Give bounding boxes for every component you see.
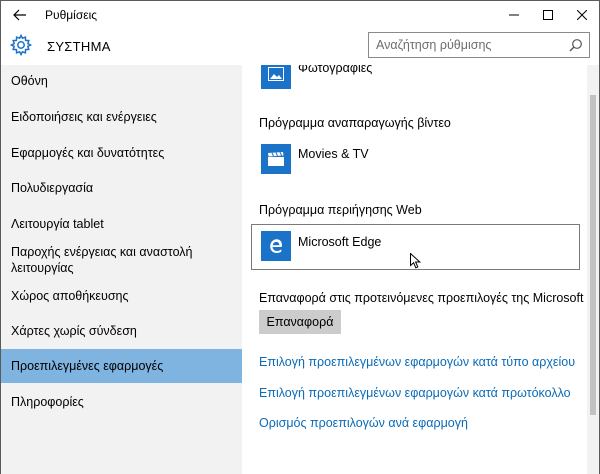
close-icon [577,10,587,20]
sidebar-item-label: Οθόνη [11,74,48,88]
search-input[interactable]: Αναζήτηση ρύθμισης [368,32,590,58]
maximize-button[interactable] [531,1,565,29]
link-set-defaults-by-app[interactable]: Ορισμός προεπιλογών ανά εφαρμογή [259,416,468,430]
sidebar-item-label: Εφαρμογές και δυνατότητες [11,146,165,160]
settings-window: Ρυθμίσεις ΣΥΣΤΗΜΑ Αναζήτηση ρύθμισης Οθό… [0,0,600,474]
movies-tv-app-name[interactable]: Movies & TV [298,147,369,161]
sidebar-item-notifications[interactable]: Ειδοποιήσεις και ενέργειες [1,109,242,125]
sidebar-item-apps-features[interactable]: Εφαρμογές και δυνατότητες [1,145,242,161]
back-arrow-icon [13,9,26,21]
section-title: ΣΥΣΤΗΜΑ [47,39,111,54]
sidebar-item-label: Λειτουργία tablet [11,217,104,231]
maximize-icon [543,10,553,20]
edge-app-name[interactable]: Microsoft Edge [298,235,381,249]
title-bar: Ρυθμίσεις [1,1,599,29]
sidebar-item-storage[interactable]: Χώρος αποθήκευσης [1,288,242,304]
sidebar-item-label: Προεπιλεγμένες εφαρμογές [11,359,164,373]
search-icon[interactable] [569,38,583,52]
sidebar-item-tablet-mode[interactable]: Λειτουργία tablet [1,216,242,232]
film-clapper-icon [268,152,284,166]
mouse-cursor-icon [410,253,422,269]
link-choose-by-file-type[interactable]: Επιλογή προεπιλεγμένων εφαρμογών κατά τύ… [259,355,575,369]
sidebar-item-label: Πληροφορίες [11,395,84,409]
link-choose-by-protocol[interactable]: Επιλογή προεπιλεγμένων εφαρμογών κατά πρ… [259,386,571,400]
window-title: Ρυθμίσεις [45,8,98,22]
sidebar-item-about[interactable]: Πληροφορίες [1,394,242,410]
scrollbar-thumb[interactable] [590,95,596,415]
web-browser-heading: Πρόγραμμα περιήγησης Web [259,203,422,217]
sidebar-item-offline-maps[interactable]: Χάρτες χωρίς σύνδεση [1,323,242,339]
back-button[interactable] [5,3,35,27]
sidebar-item-label: Πολυδιεργασία [11,181,94,195]
edge-icon [270,239,282,253]
reset-label: Επαναφορά στις προτεινόμενες προεπιλογές… [259,291,584,305]
sidebar: Οθόνη Ειδοποιήσεις και ενέργειες Εφαρμογ… [1,65,242,474]
sidebar-item-label: Ειδοποιήσεις και ενέργειες [11,110,157,124]
minimize-button[interactable] [497,1,531,29]
sidebar-item-default-apps[interactable]: Προεπιλεγμένες εφαρμογές [1,349,242,383]
sidebar-item-label: Παροχής ενέργειας και αναστολή λειτουργί… [11,245,193,275]
sidebar-item-label: Χώρος αποθήκευσης [11,289,129,303]
video-player-heading: Πρόγραμμα αναπαραγωγής βίντεο [259,116,451,130]
content-scrollbar[interactable] [587,65,599,474]
sidebar-item-power-sleep[interactable]: Παροχής ενέργειας και αναστολή λειτουργί… [1,244,201,276]
sidebar-item-display[interactable]: Οθόνη [1,73,242,89]
movies-tv-app-tile[interactable] [261,144,291,174]
photos-app-name[interactable]: Φωτογραφίες [298,65,372,75]
sidebar-item-multitasking[interactable]: Πολυδιεργασία [1,180,242,196]
page-header: ΣΥΣΤΗΜΑ Αναζήτηση ρύθμισης [1,29,599,65]
main-content: Φωτογραφίες Πρόγραμμα αναπαραγωγής βίντε… [242,65,587,474]
reset-button[interactable]: Επαναφορά [259,310,341,334]
sidebar-item-label: Χάρτες χωρίς σύνδεση [11,324,137,338]
edge-app-tile[interactable] [261,231,291,261]
gear-icon [9,33,33,57]
search-placeholder: Αναζήτηση ρύθμισης [376,38,492,52]
minimize-icon [509,14,519,16]
close-button[interactable] [565,1,599,29]
photos-app-tile[interactable] [261,65,291,89]
photos-icon [268,67,284,81]
